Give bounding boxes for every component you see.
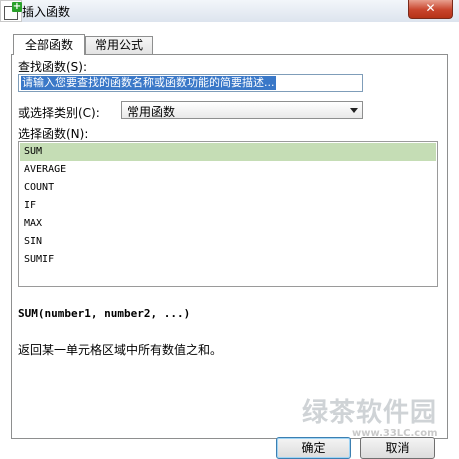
close-icon: ✕ (425, 1, 436, 15)
tab-all-functions[interactable]: 全部函数 (13, 34, 85, 55)
function-description: 返回某一单元格区域中所有数值之和。 (18, 343, 223, 357)
function-signature: SUM(number1, number2, ...) (18, 307, 191, 320)
watermark: 绿茶软件园 www.33LC.com (302, 392, 452, 442)
list-item-sum[interactable]: SUM (20, 143, 436, 161)
window-title: 插入函数 (22, 5, 71, 19)
plus-icon: + (12, 1, 22, 12)
title-bar: + 插入函数 ✕ (0, 0, 459, 22)
chevron-down-icon (350, 108, 358, 113)
list-item-count[interactable]: COUNT (20, 179, 436, 197)
list-item-sin[interactable]: SIN (20, 233, 436, 251)
search-input[interactable]: 请输入您要查找的函数名称或函数功能的简要描述... (18, 74, 363, 92)
list-item-sumif[interactable]: SUMIF (20, 251, 436, 269)
category-select-value: 常用函数 (127, 105, 176, 119)
ok-button[interactable]: 确定 (276, 437, 351, 459)
category-label: 或选择类别(C): (18, 106, 100, 120)
cancel-button[interactable]: 取消 (360, 437, 435, 459)
list-item-max[interactable]: MAX (20, 215, 436, 233)
category-select[interactable]: 常用函数 (121, 101, 363, 119)
list-item-average[interactable]: AVERAGE (20, 161, 436, 179)
function-list[interactable]: SUM AVERAGE COUNT IF MAX SIN SUMIF (18, 141, 438, 287)
close-button[interactable]: ✕ (408, 0, 453, 19)
search-label: 查找函数(S): (18, 60, 88, 74)
function-list-label: 选择函数(N): (18, 127, 89, 141)
search-input-value: 请输入您要查找的函数名称或函数功能的简要描述... (21, 76, 276, 90)
insert-function-app-icon: + (0, 0, 22, 22)
watermark-text: 绿茶软件园 (302, 398, 438, 428)
tab-common-formulas[interactable]: 常用公式 (85, 36, 153, 54)
list-item-if[interactable]: IF (20, 197, 436, 215)
